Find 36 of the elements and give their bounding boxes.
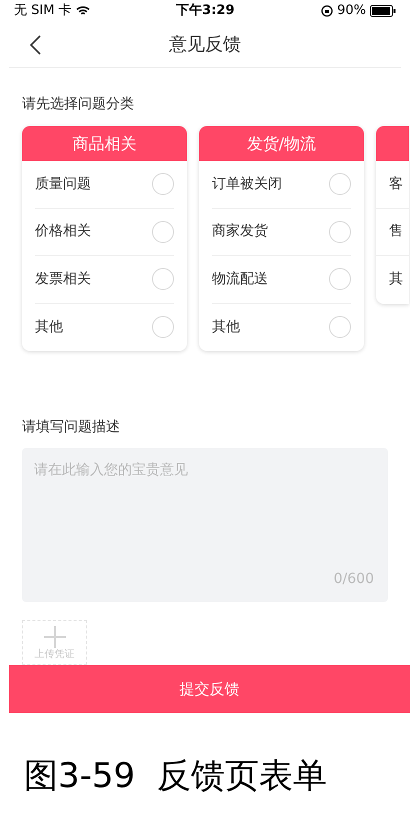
option-label: 商家发货 xyxy=(212,222,268,242)
card-header xyxy=(376,126,409,161)
plus-icon xyxy=(44,626,66,648)
option-label: 发票相关 xyxy=(35,270,91,289)
option-label: 订单被关闭 xyxy=(212,174,282,194)
clock-time: 下午3:29 xyxy=(176,2,234,20)
category-title: 发货/物流 xyxy=(246,132,316,154)
character-counter: 0/600 xyxy=(334,570,374,589)
radio-button[interactable] xyxy=(152,316,174,338)
page-title: 意见反馈 xyxy=(169,33,241,57)
battery-icon xyxy=(370,5,396,17)
radio-button[interactable] xyxy=(152,173,174,196)
radio-button[interactable] xyxy=(152,268,174,290)
radio-button[interactable] xyxy=(329,173,351,196)
option-label: 其他 xyxy=(212,318,240,337)
category-title: 商品相关 xyxy=(72,132,136,154)
section-label: 请填写问题描述 xyxy=(22,418,120,437)
option-label: 售 xyxy=(389,222,403,242)
option-label: 其他 xyxy=(35,318,63,337)
carrier-label: 无 SIM 卡 xyxy=(14,2,72,20)
battery-level: 90% xyxy=(337,2,366,20)
wifi-icon xyxy=(76,6,90,16)
radio-button[interactable] xyxy=(329,268,351,290)
radio-button[interactable] xyxy=(329,220,351,243)
rotation-lock-icon xyxy=(321,5,334,17)
submit-button[interactable]: 提交反馈 xyxy=(9,665,410,713)
radio-button[interactable] xyxy=(152,220,174,243)
option-label: 客 xyxy=(389,174,403,194)
option-label: 质量问题 xyxy=(35,174,91,194)
option-label: 价格相关 xyxy=(35,222,91,242)
option-label: 其 xyxy=(389,270,403,290)
radio-button[interactable] xyxy=(329,316,351,338)
figure-caption: 图3-59 反馈页表单 xyxy=(24,755,327,798)
option-label: 物流配送 xyxy=(212,270,268,289)
section-label: 请先选择问题分类 xyxy=(22,95,134,114)
back-icon[interactable] xyxy=(29,35,41,55)
